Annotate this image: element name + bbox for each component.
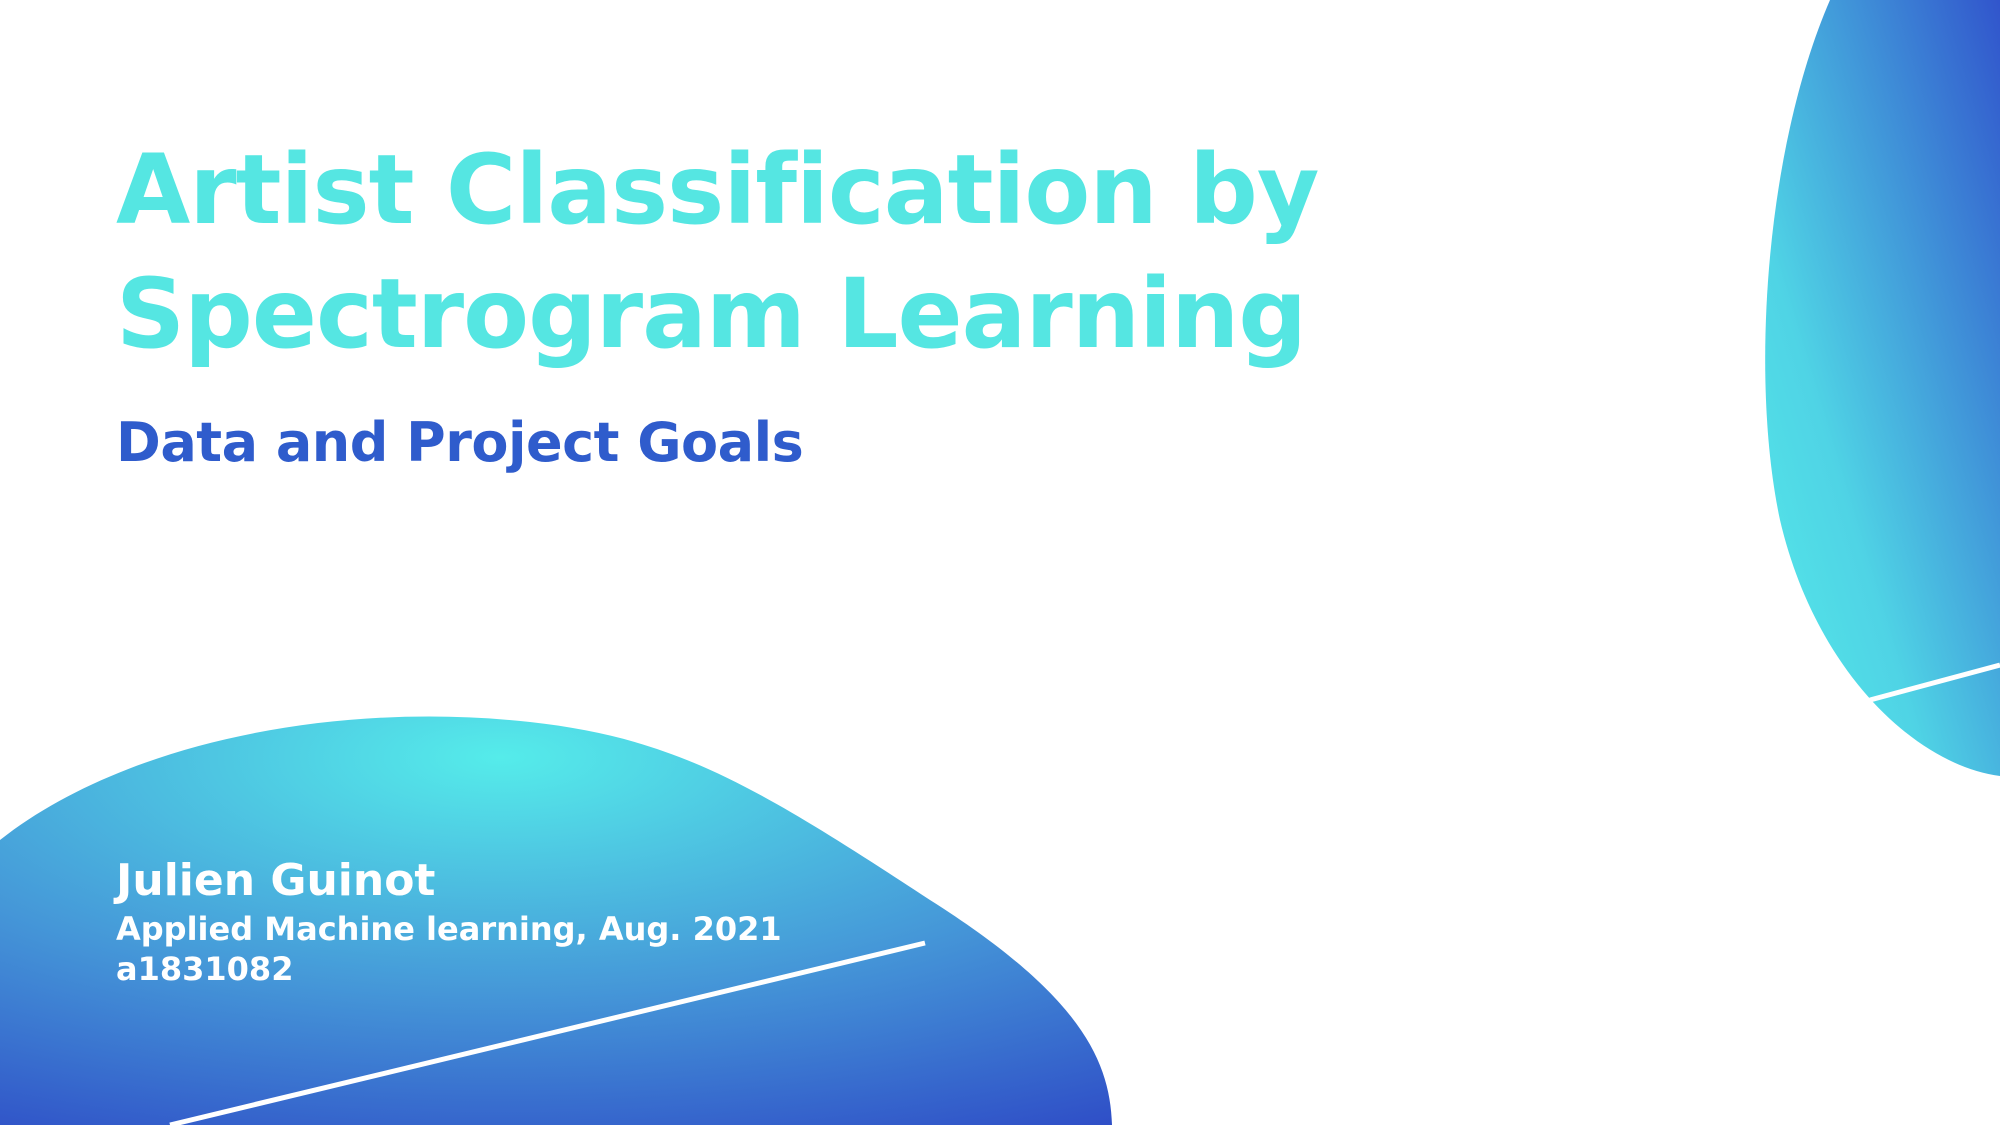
student-id: a1831082 bbox=[116, 950, 294, 988]
slide-title: Artist Classification by Spectrogram Lea… bbox=[116, 128, 1366, 376]
author-info: Julien Guinot Applied Machine learning, … bbox=[116, 853, 782, 989]
top-right-ellipse-blob bbox=[1765, 0, 2000, 776]
course-info: Applied Machine learning, Aug. 2021 bbox=[116, 910, 782, 948]
title-slide: Artist Classification by Spectrogram Lea… bbox=[0, 0, 2000, 1125]
title-line-1: Artist Classification by bbox=[116, 134, 1319, 246]
author-name: Julien Guinot bbox=[116, 855, 436, 906]
slide-subtitle: Data and Project Goals bbox=[116, 411, 804, 474]
title-line-2: Spectrogram Learning bbox=[116, 258, 1307, 370]
